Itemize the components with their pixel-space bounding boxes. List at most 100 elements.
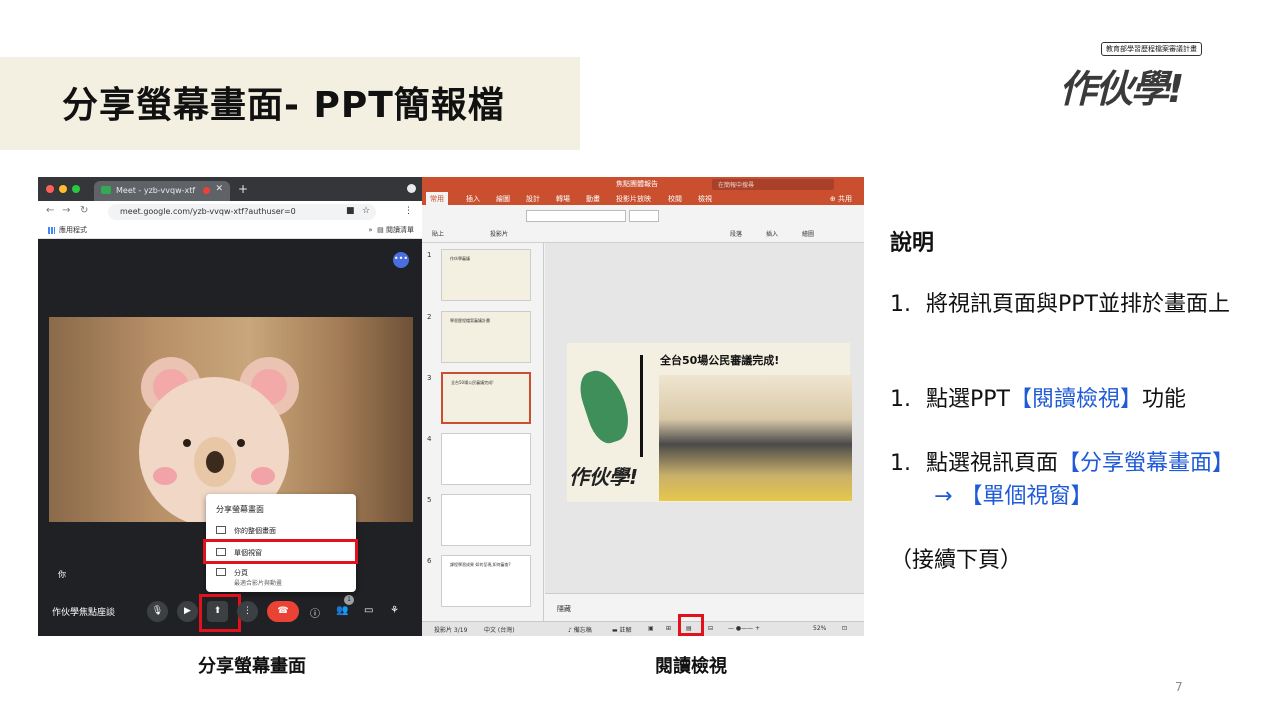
tab-review[interactable]: 校閱 xyxy=(668,194,682,204)
ribbon-slides-label: 投影片 xyxy=(490,231,509,238)
thumb-number: 6 xyxy=(427,557,432,565)
bear-eye xyxy=(183,439,191,447)
meet-icon xyxy=(101,186,111,194)
activities-icon[interactable]: ⚘ xyxy=(390,605,399,616)
slide-thumbnail[interactable]: 課程學習成果 如何呈現,如何審查? xyxy=(441,555,531,607)
item-number: 1. xyxy=(890,292,911,317)
item-number: 1. xyxy=(890,451,911,476)
thumb-number: 3 xyxy=(427,374,432,382)
participants-count-badge: 1 xyxy=(344,595,354,605)
slide-thumbnail-selected[interactable]: 全台50場公民審議完成! xyxy=(441,372,531,424)
meeting-info-icon[interactable]: ⓘ xyxy=(310,605,320,620)
ribbon-draw-label: 繪圖 xyxy=(802,231,815,238)
notes-pane[interactable]: 隱藏 xyxy=(545,593,864,621)
close-tab-icon[interactable]: ✕ xyxy=(215,184,223,194)
camera-permission-icon[interactable]: ■ xyxy=(346,206,355,216)
reading-list[interactable]: » ▤ 閱讀清單 xyxy=(368,225,414,235)
tab-design[interactable]: 設計 xyxy=(526,194,540,204)
fit-to-window-icon[interactable]: ⊡ xyxy=(842,625,847,632)
ribbon-paste-label: 貼上 xyxy=(432,231,445,238)
group-photo xyxy=(659,375,852,501)
tab-animations[interactable]: 動畫 xyxy=(586,194,600,204)
tab-view[interactable]: 檢視 xyxy=(698,194,712,204)
powerpoint-window: 焦點團體報告 在簡報中搜尋 常用 插入 繪圖 設計 轉場 動畫 投影片放映 校閱… xyxy=(422,177,864,636)
zoom-slider[interactable]: — ●—— + xyxy=(728,625,760,632)
url-field[interactable]: meet.google.com/yzb-vvqw-xtf?authuser=0 xyxy=(108,204,376,220)
tab-insert[interactable]: 插入 xyxy=(466,194,480,204)
thumb-number: 4 xyxy=(427,435,432,443)
tab-slideshow[interactable]: 投影片放映 xyxy=(616,194,651,204)
reading-list-label: 閱讀清單 xyxy=(386,226,414,234)
tab-home[interactable]: 常用 xyxy=(426,192,448,205)
slide-thumbnail[interactable]: 作伙學審議 xyxy=(441,249,531,301)
font-size-select[interactable] xyxy=(629,210,659,222)
screenshot-composite: Meet - yzb-vvqw-xtf ✕ + ← → ↻ meet.googl… xyxy=(38,177,864,636)
maximize-window-icon[interactable] xyxy=(72,185,80,193)
arrow-icon: → xyxy=(934,484,953,509)
logo-word: 作伙學! xyxy=(1059,67,1184,111)
browser-tab-bar: Meet - yzb-vvqw-xtf ✕ + xyxy=(38,177,422,201)
thumb-title: 全台50場公民審議完成! xyxy=(451,380,494,385)
browser-tab-meet[interactable]: Meet - yzb-vvqw-xtf ✕ xyxy=(94,181,230,201)
recording-dot-icon xyxy=(203,187,210,194)
back-icon[interactable]: ← xyxy=(46,205,54,216)
current-slide[interactable]: 全台50場公民審議完成! 作伙學! xyxy=(567,343,852,502)
forward-icon[interactable]: → xyxy=(62,205,70,216)
notes-toggle[interactable]: ♪ 備忘稿 xyxy=(568,625,592,634)
slide-thumbnail[interactable] xyxy=(441,433,531,485)
tab-draw[interactable]: 繪圖 xyxy=(496,194,510,204)
chat-icon[interactable]: ▭ xyxy=(364,605,373,616)
bear-eye xyxy=(237,439,245,447)
font-name-select[interactable] xyxy=(526,210,626,222)
item-text-post: 功能 xyxy=(1142,387,1187,412)
reload-icon[interactable]: ↻ xyxy=(80,205,88,216)
slide-index: 投影片 3/19 xyxy=(434,627,468,634)
close-window-icon[interactable] xyxy=(46,185,54,193)
ppt-status-bar: 投影片 3/19 中文 (台灣) ♪ 備忘稿 ▬ 註解 ▣ ⊞ ▤ ⊟ — ●—… xyxy=(422,621,864,636)
description-heading: 說明 xyxy=(890,231,935,256)
thumb-number: 1 xyxy=(427,251,432,259)
bookmark-apps[interactable]: 應用程式 xyxy=(48,225,87,235)
more-options-button[interactable]: ⋮ xyxy=(237,601,258,622)
tab-transitions[interactable]: 轉場 xyxy=(556,194,570,204)
slide-sorter-icon[interactable]: ⊞ xyxy=(666,625,671,632)
share-tab-option[interactable]: 分頁 最適合影片與動畫 xyxy=(206,564,356,587)
share-menu-title: 分享螢幕畫面 xyxy=(216,505,264,514)
highlight-present-button xyxy=(199,594,241,632)
microphone-button[interactable]: 🎙 xyxy=(147,601,168,622)
slideshow-view-icon[interactable]: ⊟ xyxy=(708,625,713,632)
ribbon-insert-label: 插入 xyxy=(766,231,779,238)
ppt-ribbon: 貼上 投影片 段落 插入 繪圖 xyxy=(422,205,864,243)
tab-search-icon[interactable] xyxy=(407,184,416,193)
ppt-title-bar: 焦點團體報告 在簡報中搜尋 xyxy=(422,177,864,192)
ppt-search-field[interactable]: 在簡報中搜尋 xyxy=(712,179,834,190)
item-text: 點選PPT【閱讀檢視】功能 xyxy=(926,383,1256,416)
new-tab-icon[interactable]: + xyxy=(238,182,248,196)
language-indicator: 中文 (台灣) xyxy=(484,627,515,634)
ppt-share-label: 共用 xyxy=(838,195,852,203)
item-number: 1. xyxy=(890,387,911,412)
monitor-icon xyxy=(216,526,226,534)
camera-button[interactable]: ▶ xyxy=(177,601,198,622)
slide-thumbnail[interactable]: 學習歷程檔案審議計畫 xyxy=(441,311,531,363)
logo-tagline: 教育部學習歷程檔案審議計畫 xyxy=(1101,42,1202,56)
comments-toggle[interactable]: ▬ 註解 xyxy=(612,625,632,634)
continued-note: （接續下頁） xyxy=(890,548,1023,573)
minimize-window-icon[interactable] xyxy=(59,185,67,193)
participants-icon[interactable]: 👥 xyxy=(336,605,348,616)
normal-view-icon[interactable]: ▣ xyxy=(648,625,654,632)
tab-icon xyxy=(216,568,226,576)
meet-more-options-icon[interactable]: ••• xyxy=(393,252,409,268)
slide-editor-canvas[interactable]: 全台50場公民審議完成! 作伙學! xyxy=(545,243,864,593)
thumb-title: 作伙學審議 xyxy=(450,256,470,261)
leave-call-button[interactable]: ☎ xyxy=(267,601,299,622)
share-option-sub: 最適合影片與動畫 xyxy=(234,580,283,587)
bookmark-star-icon[interactable]: ☆ xyxy=(362,206,370,216)
thumb-title: 課程學習成果 如何呈現,如何審查? xyxy=(450,562,511,567)
ppt-share-button[interactable]: ⊕ 共用 xyxy=(830,194,852,204)
browser-menu-icon[interactable]: ⋮ xyxy=(404,206,413,216)
item-text-highlight: 【單個視窗】 xyxy=(960,484,1093,509)
slide-thumbnail[interactable] xyxy=(441,494,531,546)
slide-logo: 作伙學! xyxy=(569,465,639,489)
bear-cheek xyxy=(153,467,177,485)
